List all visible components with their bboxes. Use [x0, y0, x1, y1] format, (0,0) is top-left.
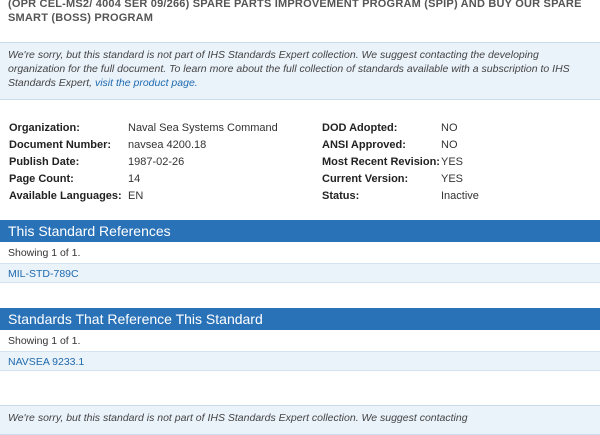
referenced-by-showing-count: Showing 1 of 1.	[8, 335, 81, 347]
referenced-by-section-header: Standards That Reference This Standard	[0, 308, 600, 330]
references-showing-count: Showing 1 of 1.	[8, 247, 81, 259]
detail-label: Page Count:	[9, 173, 74, 185]
detail-value: 14	[128, 173, 141, 185]
detail-label: Publish Date:	[9, 156, 80, 168]
detail-value: 1987-02-26	[128, 156, 185, 168]
detail-label: Current Version:	[322, 173, 409, 185]
referenced-by-list-item: NAVSEA 9233.1	[0, 351, 600, 371]
product-page-link[interactable]: visit the product page.	[95, 77, 198, 89]
detail-label: Organization:	[9, 122, 80, 134]
referenced-by-link[interactable]: NAVSEA 9233.1	[8, 356, 84, 368]
detail-value: NO	[441, 139, 458, 151]
detail-value: EN	[128, 190, 144, 202]
detail-value: Naval Sea Systems Command	[128, 122, 278, 134]
references-list-item: MIL-STD-789C	[0, 263, 600, 283]
detail-label: Document Number:	[9, 139, 112, 151]
detail-value: YES	[441, 156, 464, 168]
references-section-header: This Standard References	[0, 220, 600, 242]
detail-label: Status:	[322, 190, 360, 202]
detail-label: ANSI Approved:	[322, 139, 406, 151]
page-title: (OPR CEL-MS2/ 4004 SER 09/266) SPARE PAR…	[8, 0, 582, 24]
detail-value: Inactive	[441, 190, 479, 202]
detail-label: Available Languages:	[9, 190, 122, 202]
detail-value: NO	[441, 122, 458, 134]
bottom-subscription-notice: We're sorry, but this standard is not pa…	[0, 405, 600, 435]
detail-label: DOD Adopted:	[322, 122, 398, 134]
detail-label: Most Recent Revision:	[322, 156, 440, 168]
reference-link[interactable]: MIL-STD-789C	[8, 268, 79, 280]
notice-text: We're sorry, but this standard is not pa…	[8, 49, 570, 89]
bottom-notice-text: We're sorry, but this standard is not pa…	[8, 412, 468, 424]
document-details: Organization: Naval Sea Systems Command …	[0, 120, 600, 210]
detail-value: navsea 4200.18	[128, 139, 207, 151]
detail-value: YES	[441, 173, 464, 185]
subscription-notice: We're sorry, but this standard is not pa…	[0, 42, 600, 100]
